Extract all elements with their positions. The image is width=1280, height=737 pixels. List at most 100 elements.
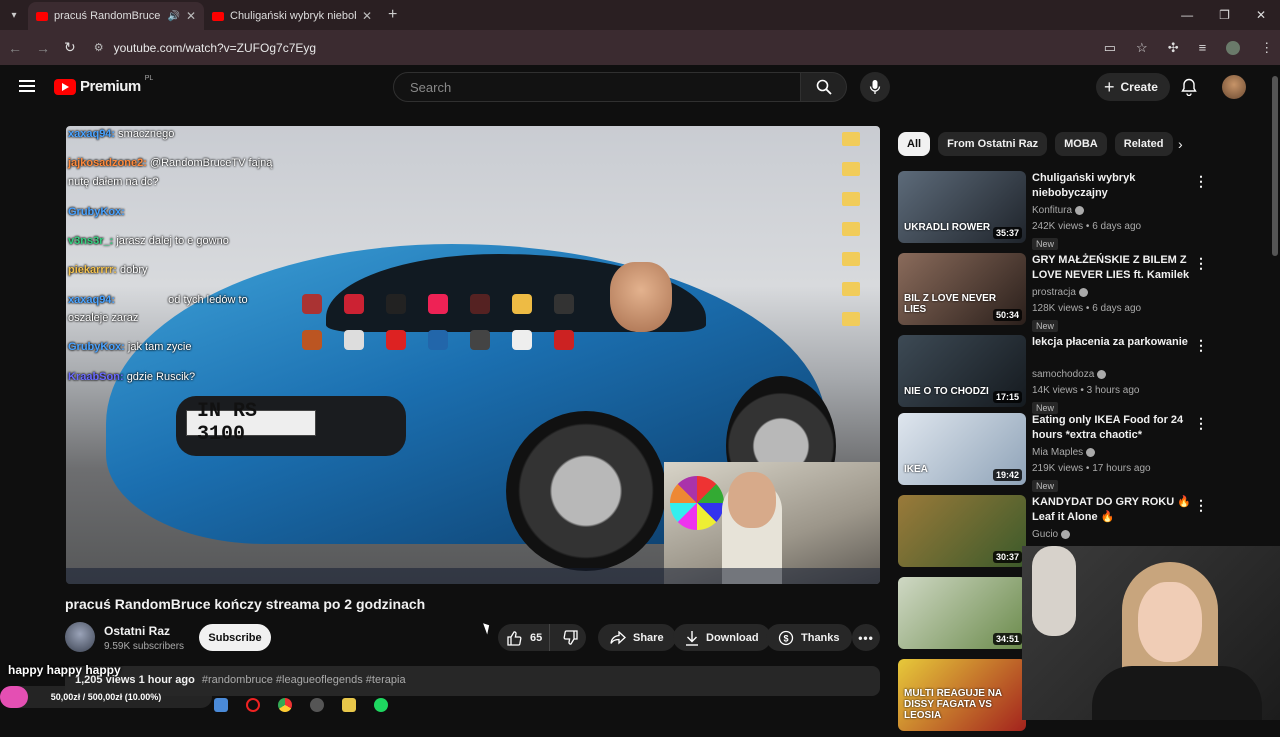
- recommended-video[interactable]: UKRADLI ROWER 35:37 Chuligański wybryk nie…: [898, 171, 1228, 250]
- new-badge: New: [1032, 238, 1059, 250]
- microphone-icon: [869, 80, 881, 94]
- share-button[interactable]: Share: [598, 624, 676, 651]
- more-vertical-icon[interactable]: ⋮: [1194, 415, 1208, 432]
- more-vertical-icon[interactable]: ⋮: [1194, 173, 1208, 190]
- like-button[interactable]: 65: [498, 624, 550, 651]
- youtube-premium-logo[interactable]: Premium PL: [54, 75, 153, 95]
- stream-overlay-text: happy happy happy: [8, 663, 121, 677]
- chip-from-channel[interactable]: From Ostatni Raz: [938, 132, 1048, 156]
- store-icon[interactable]: [214, 698, 228, 712]
- media-controls-icon[interactable]: ≡: [1199, 40, 1207, 55]
- forward-icon[interactable]: →: [36, 40, 50, 56]
- new-badge: New: [1032, 320, 1059, 332]
- voice-search-button[interactable]: [860, 72, 890, 102]
- tab-inactive[interactable]: Chuligański wybryk niebobyczajny ✕: [204, 2, 380, 30]
- subscribe-button[interactable]: Subscribe: [199, 624, 271, 651]
- search-bar: [393, 72, 847, 102]
- thanks-button[interactable]: $ Thanks: [766, 624, 852, 651]
- video-title[interactable]: Chuligański wybryk niebobyczajny: [1032, 171, 1192, 201]
- url-field[interactable]: ⚙ youtube.com/watch?v=ZUFOg7c7Eyg: [90, 35, 1090, 61]
- close-window-icon[interactable]: ✕: [1256, 8, 1266, 22]
- video-title[interactable]: GRY MAŁŻEŃSKIE Z BILEM Z LOVE NEVER LIES…: [1032, 253, 1192, 283]
- app-icon[interactable]: [342, 698, 356, 712]
- channel-name[interactable]: Mia Maples: [1032, 447, 1096, 458]
- video-player[interactable]: IN RS 3100 xaxaq94: smacznego jajkosadzo…: [66, 126, 880, 584]
- bookmark-star-icon[interactable]: ☆: [1136, 40, 1148, 56]
- reload-icon[interactable]: ↻: [64, 39, 76, 56]
- more-actions-button[interactable]: •••: [852, 624, 880, 651]
- video-thumbnail[interactable]: 30:37: [898, 495, 1026, 567]
- folder-icon: [842, 222, 860, 236]
- desktop-folder-icons: [842, 132, 860, 326]
- verified-icon: [1061, 529, 1071, 539]
- restore-icon[interactable]: ❐: [1219, 8, 1230, 22]
- site-info-icon[interactable]: ⚙: [94, 41, 104, 54]
- browser-profile-avatar[interactable]: [1226, 40, 1241, 55]
- browser-tab-strip: ▾ pracuś RandomBruce kończy s 🔊 ✕ Chulig…: [0, 0, 1280, 30]
- license-plate: IN RS 3100: [186, 400, 316, 446]
- more-vertical-icon[interactable]: ⋮: [1194, 497, 1208, 514]
- chip-related[interactable]: Related: [1114, 132, 1173, 156]
- chat-message: xaxaq94: smacznego: [68, 128, 175, 140]
- video-thumbnail[interactable]: IKEA 19:42: [898, 413, 1026, 485]
- more-vertical-icon[interactable]: ⋮: [1194, 337, 1208, 354]
- chevron-right-icon[interactable]: ›: [1178, 136, 1183, 152]
- channel-name[interactable]: Ostatni Raz: [104, 624, 170, 638]
- channel-name[interactable]: samochodoza: [1032, 369, 1107, 380]
- chip-all[interactable]: All: [898, 132, 931, 156]
- speaker-icon[interactable]: 🔊: [167, 11, 179, 22]
- close-tab-icon[interactable]: ✕: [186, 9, 196, 23]
- dislike-button[interactable]: [557, 624, 586, 651]
- like-dislike-group: 65: [498, 624, 586, 651]
- desktop-shortcuts: [302, 294, 592, 350]
- minimize-icon[interactable]: —: [1181, 8, 1193, 22]
- video-duration: 50:34: [992, 309, 1022, 321]
- tab-active[interactable]: pracuś RandomBruce kończy s 🔊 ✕: [28, 2, 204, 30]
- recommended-video[interactable]: IKEA 19:42 Eating only IKEA Food for 24 ho…: [898, 413, 1228, 492]
- account-avatar[interactable]: [1222, 75, 1246, 99]
- url-text: youtube.com/watch?v=ZUFOg7c7Eyg: [113, 40, 317, 55]
- plus-icon: +: [1104, 76, 1115, 97]
- chip-moba[interactable]: MOBA: [1055, 132, 1107, 156]
- page-scrollbar[interactable]: [1272, 70, 1278, 540]
- close-tab-icon[interactable]: ✕: [362, 9, 372, 23]
- recommended-video[interactable]: NIE O TO CHODZI 17:15 lekcja płacenia za p…: [898, 335, 1228, 414]
- extensions-icon[interactable]: ✣: [1168, 40, 1179, 56]
- browser-menu-icon[interactable]: ⋮: [1260, 40, 1273, 56]
- video-thumbnail[interactable]: 34:51: [898, 577, 1026, 649]
- video-thumbnail[interactable]: UKRADLI ROWER 35:37: [898, 171, 1026, 243]
- app-icon[interactable]: [310, 698, 324, 712]
- menu-icon[interactable]: [19, 80, 35, 92]
- channel-name[interactable]: Gucio: [1032, 529, 1071, 540]
- more-vertical-icon[interactable]: ⋮: [1194, 255, 1208, 272]
- new-tab-button[interactable]: +: [388, 6, 397, 24]
- back-icon[interactable]: ←: [8, 40, 22, 56]
- search-input[interactable]: [393, 72, 801, 102]
- video-title[interactable]: KANDYDAT DO GRY ROKU 🔥 Leaf it Alone 🔥: [1032, 495, 1192, 525]
- video-title[interactable]: Eating only IKEA Food for 24 hours *extr…: [1032, 413, 1192, 443]
- recommended-video[interactable]: BIL Z LOVE NEVER LIES 50:34 GRY MAŁŻEŃSKIE…: [898, 253, 1228, 332]
- hashtags[interactable]: #randombruce #leagueoflegends #terapia: [202, 674, 406, 686]
- cast-icon[interactable]: ▭: [1104, 40, 1116, 56]
- channel-name[interactable]: Konfitura: [1032, 205, 1085, 216]
- share-label: Share: [633, 631, 664, 644]
- notifications-bell-icon[interactable]: [1181, 78, 1197, 101]
- video-meta: 14K views • 3 hours ago: [1032, 385, 1140, 396]
- verified-icon: [1086, 447, 1096, 457]
- video-thumbnail[interactable]: BIL Z LOVE NEVER LIES 50:34: [898, 253, 1026, 325]
- video-thumbnail[interactable]: NIE O TO CHODZI 17:15: [898, 335, 1026, 407]
- download-button[interactable]: Download: [673, 624, 771, 651]
- video-title[interactable]: lekcja płacenia za parkowanie: [1032, 335, 1192, 350]
- search-button[interactable]: [801, 72, 847, 102]
- video-meta: 219K views • 17 hours ago: [1032, 463, 1151, 474]
- chrome-icon[interactable]: [278, 698, 292, 712]
- chat-message: KraabSon: gdzie Ruscik?: [68, 371, 196, 383]
- tab-search-button[interactable]: ▾: [0, 1, 28, 29]
- video-meta: 128K views • 6 days ago: [1032, 303, 1142, 314]
- create-button[interactable]: + Create: [1096, 73, 1170, 101]
- channel-avatar[interactable]: [65, 622, 95, 652]
- opera-icon[interactable]: [246, 698, 260, 712]
- video-thumbnail[interactable]: MULTI REAGUJE NA DISSY FAGATA VS LEOSIA: [898, 659, 1026, 731]
- spotify-icon[interactable]: [374, 698, 388, 712]
- channel-name[interactable]: prostracja: [1032, 287, 1088, 298]
